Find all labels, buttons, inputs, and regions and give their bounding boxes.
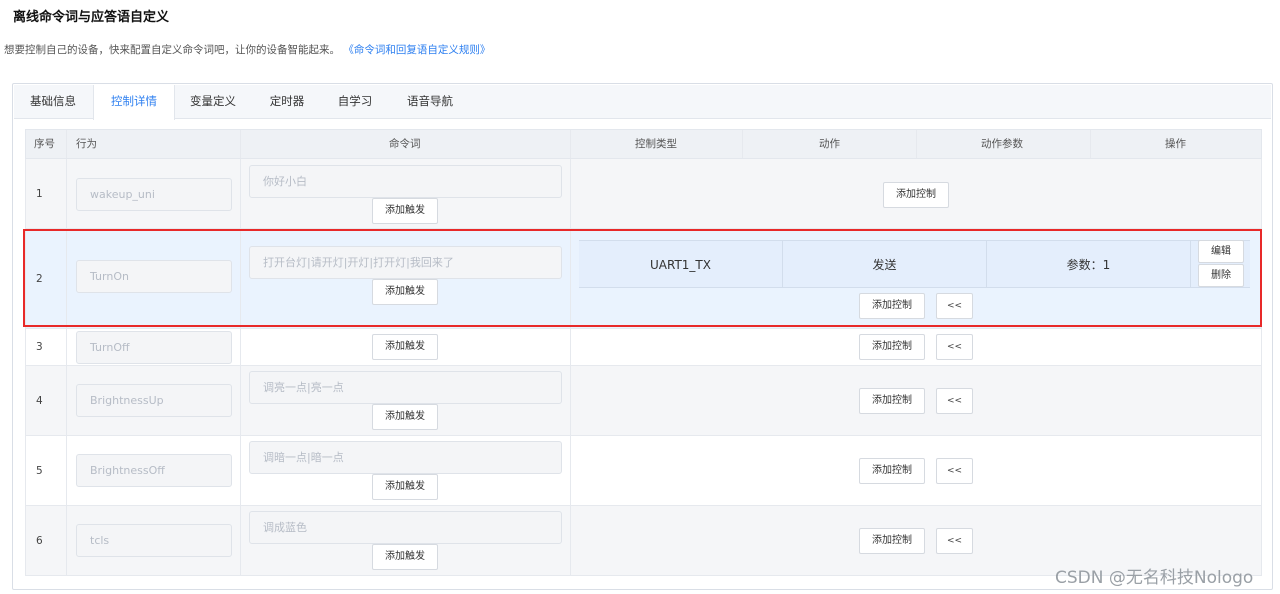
delete-button[interactable]: 删除 [1198, 264, 1244, 287]
row-index: 6 [36, 535, 43, 547]
command-field[interactable]: 你好小白 [249, 165, 562, 198]
collapse-button[interactable]: << [936, 458, 973, 484]
table-row-selected: 2 TurnOn 打开台灯|请开灯|开灯|打开灯|我回来了 添加触发 UART1… [25, 229, 1262, 329]
behavior-field[interactable]: BrightnessOff [76, 454, 232, 487]
collapse-button[interactable]: << [936, 293, 973, 319]
control-item: UART1_TX 发送 参数：1 [579, 240, 1250, 288]
behavior-field[interactable]: TurnOn [76, 260, 232, 293]
table-row: 5 BrightnessOff 调暗一点|暗一点 添加触发 添加控制 << [25, 436, 1262, 506]
header-behavior: 行为 [76, 138, 97, 150]
action-params-value: 参数：1 [1066, 258, 1111, 272]
command-field[interactable]: 调成蓝色 [249, 511, 562, 544]
row-index: 1 [36, 188, 43, 200]
add-control-button[interactable]: 添加控制 [859, 334, 925, 360]
row-index: 5 [36, 465, 43, 477]
add-control-button[interactable]: 添加控制 [859, 388, 925, 414]
tab-timer[interactable]: 定时器 [254, 85, 320, 119]
collapse-button[interactable]: << [936, 334, 973, 360]
add-trigger-button[interactable]: 添加触发 [372, 404, 438, 430]
collapse-button[interactable]: << [936, 388, 973, 414]
command-field[interactable]: 打开台灯|请开灯|开灯|打开灯|我回来了 [249, 246, 562, 279]
tab-variable-definition[interactable]: 变量定义 [177, 85, 249, 119]
page-title: 离线命令词与应答语自定义 [13, 10, 170, 25]
edit-button[interactable]: 编辑 [1198, 240, 1244, 263]
header-index: 序号 [34, 138, 55, 150]
add-trigger-button[interactable]: 添加触发 [372, 474, 438, 500]
control-panel: 基础信息 控制详情 变量定义 定时器 自学习 语音导航 序号 行为 命令词 控制… [12, 83, 1273, 590]
watermark: CSDN @无名科技Nologo [1055, 568, 1254, 588]
description-text: 想要控制自己的设备，快来配置自定义命令词吧，让你的设备智能起来。 [4, 44, 340, 56]
header-action-params: 动作参数 [981, 138, 1023, 150]
behavior-field[interactable]: TurnOff [76, 331, 232, 364]
row-index: 2 [36, 273, 43, 285]
add-control-button[interactable]: 添加控制 [859, 528, 925, 554]
header-control-type: 控制类型 [635, 138, 677, 150]
command-table: 序号 行为 命令词 控制类型 动作 动作参数 操作 1 wakeup_uni 你… [25, 129, 1262, 576]
command-field[interactable]: 调暗一点|暗一点 [249, 441, 562, 474]
collapse-button[interactable]: << [936, 528, 973, 554]
tab-self-learning[interactable]: 自学习 [324, 85, 386, 119]
row-index: 4 [36, 395, 43, 407]
add-control-button[interactable]: 添加控制 [859, 458, 925, 484]
header-action: 动作 [819, 138, 840, 150]
action-value: 发送 [872, 258, 897, 272]
add-control-button[interactable]: 添加控制 [859, 293, 925, 319]
add-trigger-button[interactable]: 添加触发 [372, 544, 438, 570]
table-row: 4 BrightnessUp 调亮一点|亮一点 添加触发 添加控制 << [25, 366, 1262, 436]
add-trigger-button[interactable]: 添加触发 [372, 198, 438, 224]
behavior-field[interactable]: wakeup_uni [76, 178, 232, 211]
add-trigger-button[interactable]: 添加触发 [372, 334, 438, 360]
add-trigger-button[interactable]: 添加触发 [372, 279, 438, 305]
header-command: 命令词 [389, 138, 421, 150]
tab-basic-info[interactable]: 基础信息 [14, 85, 92, 119]
rules-link[interactable]: 《命令词和回复语自定义规则》 [343, 44, 490, 56]
command-field[interactable]: 调亮一点|亮一点 [249, 371, 562, 404]
header-operation: 操作 [1165, 138, 1186, 150]
page-description: 想要控制自己的设备，快来配置自定义命令词吧，让你的设备智能起来。 《命令词和回复… [4, 42, 490, 57]
tab-control-details[interactable]: 控制详情 [93, 85, 175, 120]
add-control-button[interactable]: 添加控制 [883, 182, 949, 208]
row-index: 3 [36, 341, 43, 353]
behavior-field[interactable]: BrightnessUp [76, 384, 232, 417]
table-header: 序号 行为 命令词 控制类型 动作 动作参数 操作 [25, 129, 1262, 159]
table-row: 1 wakeup_uni 你好小白 添加触发 添加控制 [25, 159, 1262, 229]
tab-voice-navigation[interactable]: 语音导航 [392, 85, 468, 119]
behavior-field[interactable]: tcls [76, 524, 232, 557]
table-row: 3 TurnOff 添加触发 添加控制 << [25, 329, 1262, 366]
tab-bar: 基础信息 控制详情 变量定义 定时器 自学习 语音导航 [14, 85, 1271, 120]
control-type-value: UART1_TX [650, 258, 711, 272]
